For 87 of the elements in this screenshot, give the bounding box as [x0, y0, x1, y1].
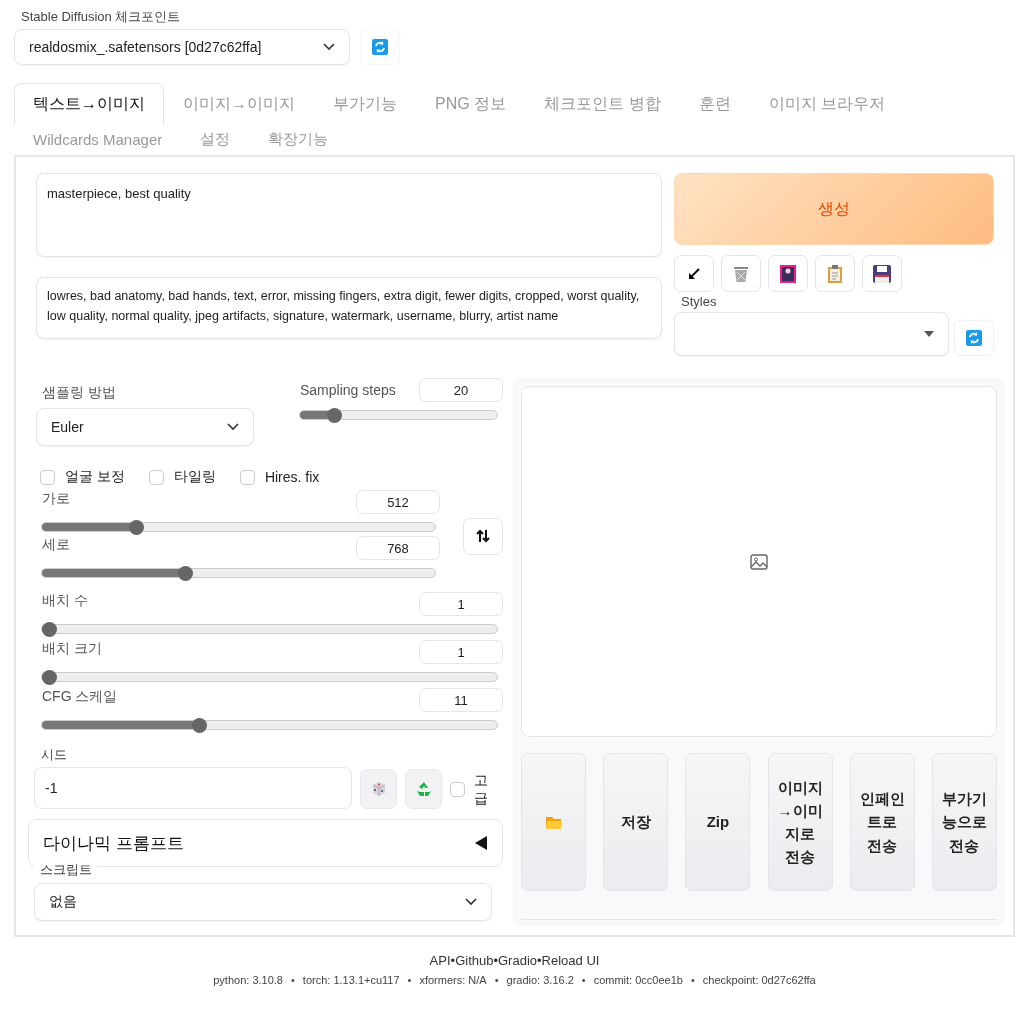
version-info: checkpoint: 0d27c62ffa: [702, 974, 816, 986]
seed-field[interactable]: -1: [34, 767, 352, 809]
output-button[interactable]: 인페인트로 전송: [849, 753, 915, 891]
chevron-down-icon: [227, 423, 239, 431]
prompt-field[interactable]: masterpiece, best quality: [36, 173, 662, 257]
checkbox-label: Hires. fix: [264, 469, 320, 485]
version-info: xformers: N/A: [419, 974, 487, 986]
checkbox[interactable]: [450, 781, 465, 797]
trash-button[interactable]: [721, 255, 761, 292]
sampler-label: 샘플링 방법: [41, 384, 117, 402]
footer-link[interactable]: Github: [455, 953, 494, 968]
slider-label: Sampling steps: [299, 382, 396, 398]
swap-arrows-icon: [476, 529, 490, 543]
output-button[interactable]: 저장: [603, 753, 669, 891]
version-info: commit: 0cc0ee1b: [593, 974, 683, 986]
sampler-dropdown[interactable]: Euler: [36, 408, 254, 446]
dice-icon: [370, 781, 387, 797]
number-field[interactable]: 768: [356, 536, 440, 560]
script-dropdown[interactable]: 없음: [34, 883, 492, 921]
checkpoint-dropdown[interactable]: realdosmix_.safetensors [0d27c62ffa]: [14, 29, 350, 65]
checkbox[interactable]: [239, 469, 255, 485]
separator-dot: •: [690, 974, 695, 986]
checkbox[interactable]: [40, 469, 55, 485]
footer-link[interactable]: API: [429, 953, 451, 968]
slider-label: 세로: [41, 536, 70, 554]
slider-label: 배치 크기: [41, 640, 102, 658]
version-info: torch: 1.13.1+cu117: [302, 974, 400, 986]
chevron-down-icon: [465, 898, 477, 906]
slider-thumb[interactable]: [327, 407, 343, 423]
script-label: 스크립트: [34, 861, 98, 879]
arrow-icon: [687, 266, 701, 281]
refresh-icon: [966, 330, 982, 346]
version-info: gradio: 3.16.2: [506, 974, 574, 986]
number-field[interactable]: 512: [356, 490, 440, 514]
folder-icon: [545, 815, 562, 829]
separator-dot: •: [407, 974, 412, 986]
refresh-icon: [372, 39, 388, 55]
slider-label: 배치 수: [41, 592, 88, 610]
number-field[interactable]: 1: [419, 640, 503, 664]
number-field[interactable]: 1: [419, 592, 503, 616]
chevron-down-icon: [323, 43, 335, 51]
separator-dot: •: [494, 974, 499, 986]
slider-thumb[interactable]: [42, 669, 57, 685]
number-field[interactable]: 11: [419, 688, 503, 712]
separator-dot: •: [291, 974, 295, 986]
output-button[interactable]: 부가기능으로 전송: [931, 753, 997, 891]
styles-label: Styles: [680, 294, 718, 309]
separator-dot: •: [537, 953, 542, 968]
swap-button[interactable]: [463, 517, 503, 555]
arrow-button[interactable]: [674, 255, 714, 292]
save-button[interactable]: [862, 255, 902, 292]
caret-down-icon: [924, 331, 934, 337]
version-info: python: 3.10.8: [213, 974, 283, 986]
output-button[interactable]: Zip: [685, 753, 751, 891]
floppy-icon: [873, 264, 891, 283]
recycle-icon: [414, 781, 433, 797]
footer-link[interactable]: Reload UI: [541, 953, 600, 968]
seed-label: 시드: [40, 746, 68, 764]
separator-dot: •: [581, 974, 586, 986]
clipboard-button[interactable]: [815, 255, 855, 292]
recycle-button[interactable]: [405, 769, 442, 809]
slider-label: 가로: [41, 490, 70, 508]
image-placeholder-icon: [750, 553, 768, 570]
slider-thumb[interactable]: [178, 565, 194, 581]
number-field[interactable]: 20: [419, 378, 503, 402]
slider-thumb[interactable]: [128, 519, 144, 535]
trash-icon: [732, 264, 750, 283]
image-button[interactable]: [768, 255, 808, 292]
slider-thumb[interactable]: [191, 717, 207, 733]
slider-thumb[interactable]: [42, 621, 57, 637]
negative-prompt-field[interactable]: lowres, bad anatomy, bad hands, text, error, missing fingers, extra digit, fewer digits, cropped, worst quality, low quality, normal quality, jpeg artifacts, signature, watermark, username, blurry, artist name: [36, 277, 662, 339]
tab[interactable]: 텍스트→이미지: [14, 83, 164, 125]
clipboard-icon: [827, 264, 843, 283]
checkbox-label: 타일링: [173, 468, 216, 486]
separator-dot: •: [493, 953, 498, 968]
refresh-button[interactable]: [360, 29, 400, 65]
footer-link[interactable]: Gradio: [498, 953, 538, 968]
output-button[interactable]: 이미지→이미지로 전송: [767, 753, 833, 891]
checkbox[interactable]: [148, 469, 164, 485]
dice-button[interactable]: [360, 769, 397, 809]
checkbox-label: 얼굴 보정: [65, 468, 125, 486]
slider-label: CFG 스케일: [41, 688, 118, 706]
checkbox-label: 고급: [474, 770, 488, 808]
refresh-button[interactable]: [954, 320, 994, 356]
separator-dot: •: [450, 953, 456, 968]
checkpoint-label: Stable Diffusion 체크포인트: [20, 8, 182, 26]
picture-card-icon: [780, 264, 796, 283]
